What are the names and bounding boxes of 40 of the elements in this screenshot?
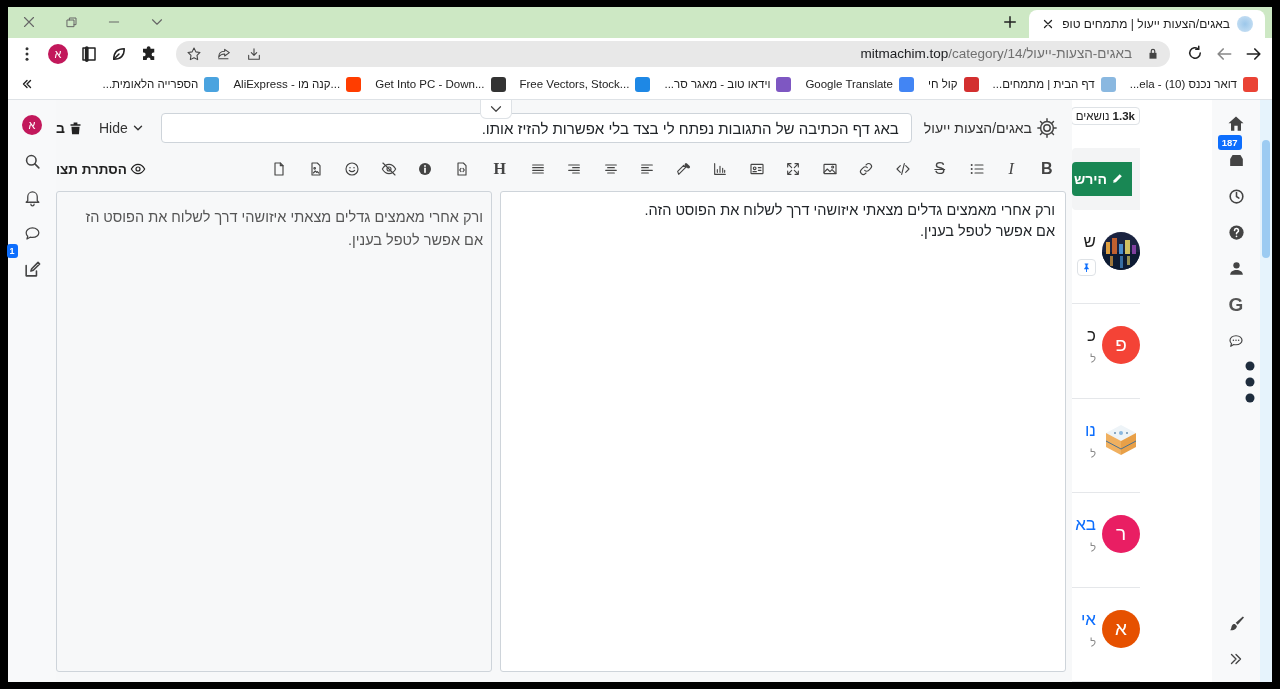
user-avatar[interactable]: א <box>22 115 42 135</box>
italic-button[interactable]: I <box>998 160 1024 178</box>
bookmark[interactable]: דואר נכנס (10) - ela... <box>1129 76 1258 92</box>
bookmark[interactable]: דף הבית | מתמחים... <box>992 76 1116 92</box>
hide-button[interactable]: Hide <box>94 120 149 136</box>
topic-meta: ל <box>1090 636 1096 649</box>
strikethrough-button[interactable]: S <box>924 160 956 178</box>
watch-button[interactable]: הירש <box>1072 161 1132 196</box>
preview-text: אם אפשר לטפל בענין. <box>348 231 483 250</box>
topic-meta: ל <box>1090 542 1096 554</box>
bookmark[interactable]: Google Translate <box>805 76 914 92</box>
sidebar-link[interactable]: G <box>1228 295 1244 315</box>
topic-meta: ל <box>1090 353 1096 366</box>
title-field[interactable]: באג דף הכתיבה של התגובות נפתח לי בצד בלי אפשרות להזיז אותו. <box>160 113 912 143</box>
bookmark[interactable]: קול חי <box>927 76 979 92</box>
user-avatar[interactable]: א <box>1102 609 1140 648</box>
count-badge: 187 <box>1217 135 1242 150</box>
topic-title[interactable]: ש <box>1083 231 1096 252</box>
bookmark[interactable]: הספרייה הלאומית... <box>102 76 220 92</box>
topic-meta: ל <box>1090 447 1096 460</box>
topic-title[interactable]: כ <box>1087 326 1096 347</box>
topic-title[interactable]: אי <box>1080 609 1096 630</box>
profile-avatar[interactable]: א <box>48 43 68 64</box>
topic-title[interactable]: בא <box>1075 515 1096 535</box>
bookmark[interactable]: AliExpress - קנה מו... <box>233 76 362 92</box>
category-selector[interactable]: באגים/הצעות ייעול <box>923 117 1066 139</box>
user-avatar[interactable]: ר <box>1102 515 1140 553</box>
editor-field[interactable]: ורק אחרי מאמצים גדלים מצאתי איזושהי דרך לשלוח את הפוסט הזה. אם אפשר לטפל בענין. <box>500 191 1066 672</box>
topic-title[interactable]: נו <box>1084 420 1096 441</box>
bookmark[interactable]: Free Vectors, Stock... <box>519 76 651 92</box>
preview-toggle[interactable]: הסתרת תצו <box>56 161 146 177</box>
user-avatar[interactable]: פ <box>1102 326 1140 365</box>
bookmark[interactable]: Get Into PC - Down... <box>375 76 506 92</box>
preview-text: ורק אחרי מאמצים גדלים מצאתי איזושהי דרך לשלוח את הפוסט הז <box>85 208 483 227</box>
discard-button[interactable]: ב <box>56 120 83 136</box>
browser-tab[interactable]: באגים/הצעות ייעול | מתמחים טופ <box>1029 9 1265 38</box>
count-badge: 1 <box>6 244 18 258</box>
bookmark[interactable]: וידאו טוב - מאגר סר... <box>664 76 792 92</box>
heading-button[interactable]: H <box>483 160 516 178</box>
bold-button[interactable]: B <box>1030 160 1063 178</box>
